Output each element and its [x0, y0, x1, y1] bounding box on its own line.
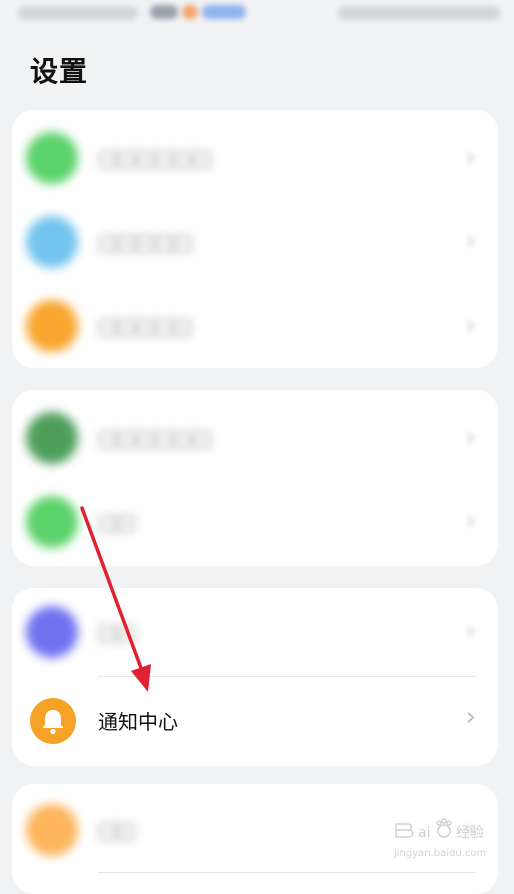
annotation-arrow: [80, 506, 151, 692]
svg-text:jingyan.baidu.com: jingyan.baidu.com: [393, 848, 486, 859]
svg-text:经验: 经验: [456, 825, 484, 841]
svg-text:ai: ai: [418, 825, 430, 841]
baidu-watermark: ai 经验 jingyan.baidu.com: [393, 818, 486, 859]
